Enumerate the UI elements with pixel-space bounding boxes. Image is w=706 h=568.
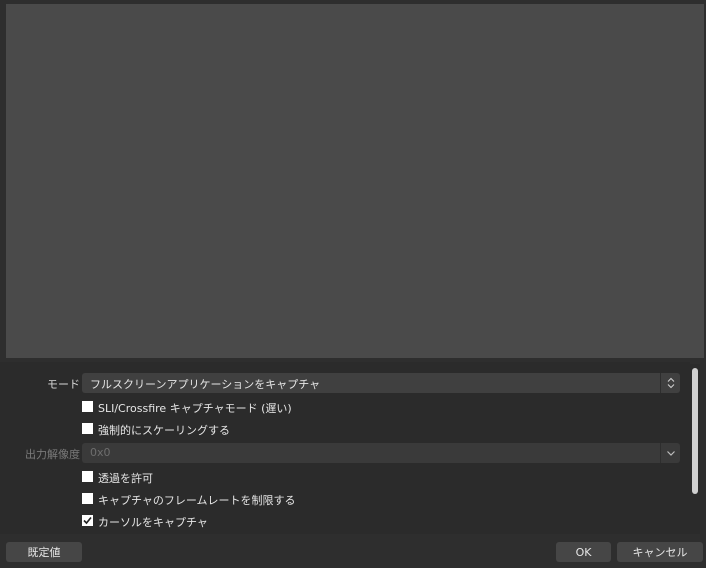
mode-label: モード	[47, 378, 80, 391]
limit-framerate-label: キャプチャのフレームレートを制限する	[98, 494, 296, 507]
chevron-down-icon	[660, 443, 680, 463]
checkbox-box-checked[interactable]	[82, 515, 93, 526]
capture-cursor-label: カーソルをキャプチャ	[98, 516, 208, 529]
properties-window: モード フルスクリーンアプリケーションをキャプチャ SLI/Crossfire …	[0, 0, 706, 568]
updown-arrows-icon	[660, 373, 680, 393]
defaults-button[interactable]: 既定値	[6, 542, 82, 562]
mode-row: モード フルスクリーンアプリケーションをキャプチャ	[0, 373, 690, 393]
cancel-button[interactable]: キャンセル	[617, 542, 703, 562]
output-resolution-row: 出力解像度 0x0	[0, 443, 690, 463]
mode-select[interactable]: フルスクリーンアプリケーションをキャプチャ	[82, 373, 680, 393]
checkbox-box[interactable]	[82, 471, 93, 482]
properties-panel: モード フルスクリーンアプリケーションをキャプチャ SLI/Crossfire …	[0, 362, 690, 534]
allow-transparency-label: 透過を許可	[98, 472, 153, 485]
output-resolution-select[interactable]: 0x0	[82, 443, 680, 463]
properties-scrollbar[interactable]	[690, 364, 700, 534]
mode-value: フルスクリーンアプリケーションをキャプチャ	[90, 378, 321, 391]
ok-button[interactable]: OK	[556, 542, 611, 562]
check-icon	[83, 516, 92, 525]
checkbox-box[interactable]	[82, 493, 93, 504]
sli-crossfire-label: SLI/Crossfire キャプチャモード (遅い)	[98, 402, 292, 415]
source-preview	[6, 4, 704, 358]
scrollbar-thumb[interactable]	[692, 368, 698, 494]
checkbox-box[interactable]	[82, 423, 93, 434]
force-scaling-label: 強制的にスケーリングする	[98, 424, 230, 437]
checkbox-box[interactable]	[82, 401, 93, 412]
output-resolution-value: 0x0	[90, 446, 111, 459]
output-resolution-label: 出力解像度	[25, 448, 80, 461]
